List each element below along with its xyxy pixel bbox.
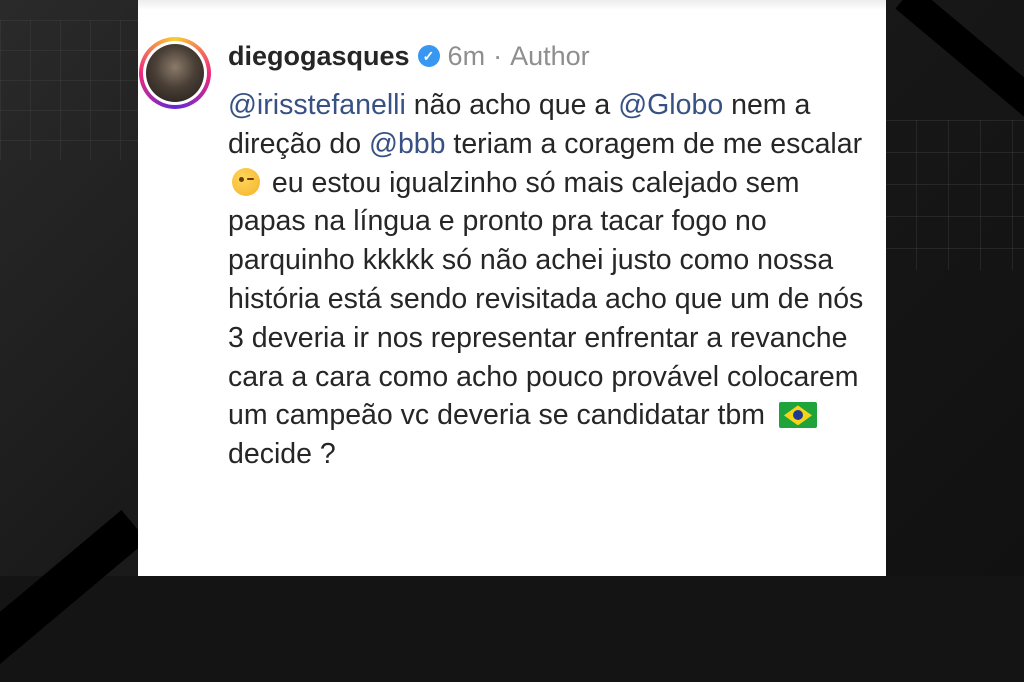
comment-text-part-4: eu estou igualzinho só mais calejado sem… bbox=[228, 166, 864, 432]
mention-globo[interactable]: @Globo bbox=[618, 89, 723, 121]
comment-text-part-3: teriam a coragem de me escalar bbox=[445, 127, 863, 160]
avatar-border bbox=[143, 41, 207, 105]
avatar[interactable] bbox=[139, 37, 211, 109]
mention-irisstefanelli[interactable]: @irisstefanelli bbox=[228, 89, 406, 121]
username[interactable]: diegogasques bbox=[228, 41, 410, 72]
comment-text-part-5: decide ? bbox=[228, 438, 336, 471]
brazil-flag-emoji bbox=[778, 402, 817, 429]
mention-bbb[interactable]: @bbb bbox=[369, 128, 445, 160]
winking-face-emoji bbox=[232, 167, 260, 196]
avatar-photo bbox=[146, 44, 204, 102]
verified-badge-icon: ✓ bbox=[417, 45, 440, 67]
comment-text-part-1: não acho que a bbox=[405, 89, 619, 121]
author-label: Author bbox=[510, 40, 590, 71]
card-top-fade bbox=[138, 0, 886, 10]
comment-text: @irisstefanelli não acho que a @Globo ne… bbox=[228, 86, 878, 474]
background-grid-right bbox=[884, 120, 1024, 270]
comment-header: diegogasques ✓ 6m · Author bbox=[228, 38, 590, 74]
separator-dot: · bbox=[493, 40, 503, 71]
timestamp: 6m bbox=[447, 40, 486, 71]
background-grid-left bbox=[0, 20, 140, 160]
